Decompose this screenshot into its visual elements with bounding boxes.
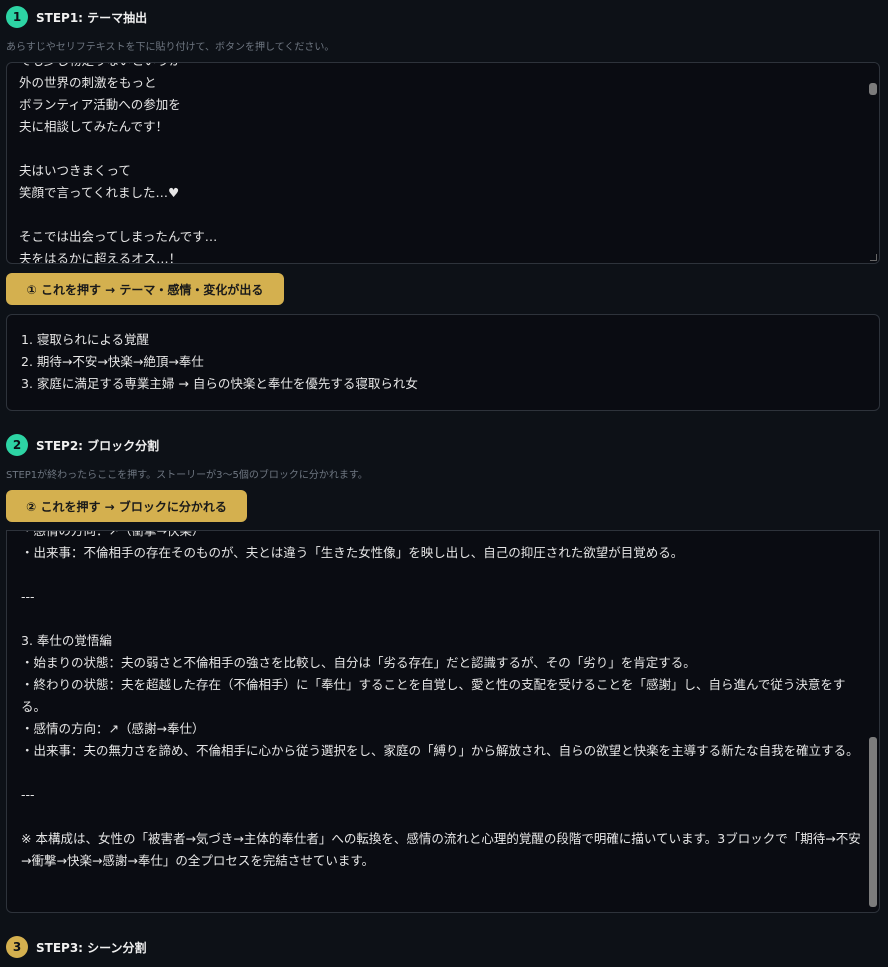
- step3-title: STEP3: シーン分割: [36, 940, 147, 955]
- resize-handle-icon[interactable]: [870, 254, 877, 261]
- step2-title: STEP2: ブロック分割: [36, 438, 160, 453]
- output-line: ・感情の方向：↗（衝撃→快楽）: [21, 530, 205, 538]
- output-line: ・出来事：不倫相手の存在そのものが、夫とは違う「生きた女性像」を映し出し、自己の…: [21, 545, 684, 560]
- textarea-line: そこでは出会ってしまったんです…: [19, 229, 218, 244]
- textarea-line: [19, 138, 859, 160]
- textarea-line: 夫をはるかに超えるオス…！: [19, 251, 182, 264]
- extract-theme-button[interactable]: ① これを押す → テーマ・感情・変化が出る: [6, 273, 284, 305]
- step2-output-panel: ・感情の方向：↗（衝撃→快楽） ・出来事：不倫相手の存在そのものが、夫とは違う「…: [6, 530, 880, 913]
- step1-hint: あらすじやセリフテキストを下に貼り付けて、ボタンを押してください。: [6, 42, 335, 53]
- output-line: ---: [21, 787, 35, 802]
- output-line: ・終わりの状態：夫を超越した存在（不倫相手）に「奉仕」することを自覚し、愛と性の…: [21, 677, 846, 714]
- step3-badge: 3: [6, 936, 28, 958]
- step3-header: 3 STEP3: シーン分割: [6, 936, 147, 958]
- step2-hint: STEP1が終わったらここを押す。ストーリーが3～5個のブロックに分かれます。: [6, 470, 368, 481]
- result-line: 1. 寝取られによる覚醒: [21, 332, 150, 347]
- output-line: ・始まりの状態：夫の弱さと不倫相手の強さを比較し、自分は「劣る存在」だと認識する…: [21, 655, 696, 670]
- textarea-line: 夫はいつきまくって: [19, 163, 131, 178]
- output-line: ・感情の方向：↗（感謝→奉仕）: [21, 721, 205, 736]
- step2-header: 2 STEP2: ブロック分割: [6, 434, 159, 456]
- step2-scrollbar-thumb[interactable]: [869, 737, 877, 907]
- step2-badge: 2: [6, 434, 28, 456]
- step2-output-content: ・感情の方向：↗（衝撃→快楽） ・出来事：不倫相手の存在そのものが、夫とは違う「…: [21, 530, 863, 872]
- step1-textarea-content: でも少し物足りないというか 外の世界の刺激をもっと ボランティア活動への参加を …: [19, 63, 859, 264]
- output-line: ---: [21, 589, 35, 604]
- textarea-line: でも少し物足りないというか: [19, 63, 859, 72]
- step1-header: 1 STEP1: テーマ抽出: [6, 6, 147, 28]
- textarea-line: 夫に相談してみたんです！: [19, 119, 169, 134]
- output-line: 3. 奉仕の覚悟編: [21, 633, 112, 648]
- step1-result-panel: 1. 寝取られによる覚醒 2. 期待→不安→快楽→絶頂→奉仕 3. 家庭に満足す…: [6, 314, 880, 411]
- output-line: ・出来事：夫の無力さを諦め、不倫相手に心から従う選択をし、家庭の「縛り」から解放…: [21, 743, 859, 758]
- step1-badge: 1: [6, 6, 28, 28]
- textarea-line: 笑顔で言ってくれました…♥: [19, 185, 180, 200]
- block-split-button[interactable]: ② これを押す → ブロックに分かれる: [6, 490, 247, 522]
- result-line: 3. 家庭に満足する専業主婦 → 自らの快楽と奉仕を優先する寝取られ女: [21, 376, 418, 391]
- step1-title: STEP1: テーマ抽出: [36, 10, 148, 25]
- step1-scrollbar-thumb[interactable]: [869, 83, 877, 95]
- textarea-line: 外の世界の刺激をもっと: [19, 75, 157, 90]
- step1-textarea[interactable]: でも少し物足りないというか 外の世界の刺激をもっと ボランティア活動への参加を …: [6, 62, 880, 264]
- textarea-line: [19, 204, 859, 226]
- result-line: 2. 期待→不安→快楽→絶頂→奉仕: [21, 354, 204, 369]
- textarea-line: ボランティア活動への参加を: [19, 97, 181, 112]
- output-line: ※ 本構成は、女性の「被害者→気づき→主体的奉仕者」への転換を、感情の流れと心理…: [21, 831, 861, 868]
